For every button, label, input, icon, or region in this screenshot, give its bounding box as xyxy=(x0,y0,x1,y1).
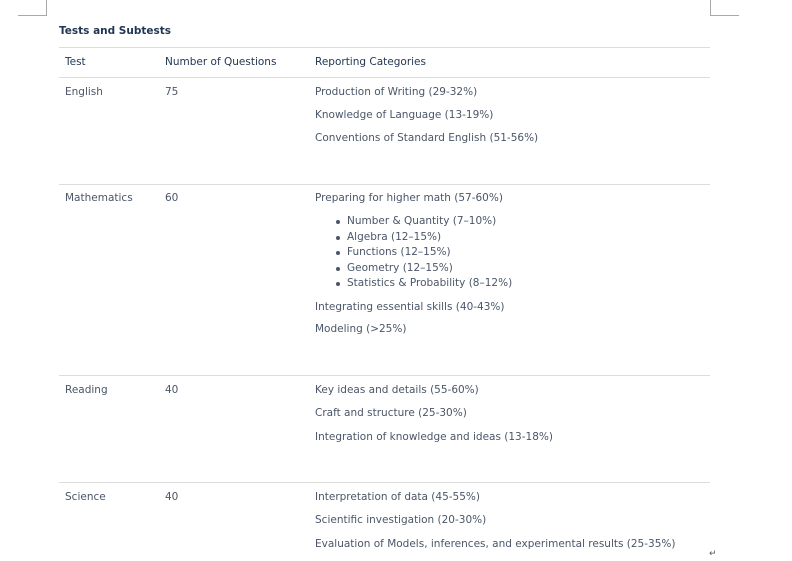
test-name: Mathematics xyxy=(65,192,133,204)
reporting-category: Modeling (>25%) xyxy=(315,323,407,335)
crop-mark-top-right-vertical xyxy=(710,0,711,16)
bullet-icon xyxy=(336,282,340,286)
reporting-category: Integration of knowledge and ideas (13-1… xyxy=(315,431,553,443)
question-count: 40 xyxy=(165,491,179,503)
subcategory-item: Geometry (12–15%) xyxy=(347,262,453,274)
reporting-category: Preparing for higher math (57-60%) xyxy=(315,192,503,204)
header-top-border xyxy=(59,47,710,48)
subcategory-item: Algebra (12–15%) xyxy=(347,231,442,243)
row-divider xyxy=(59,184,710,185)
reporting-category: Craft and structure (25-30%) xyxy=(315,407,467,419)
crop-mark-top-left-horizontal xyxy=(18,15,46,16)
test-name: English xyxy=(65,86,103,98)
reporting-category: Conventions of Standard English (51-56%) xyxy=(315,132,539,144)
subcategory-item: Functions (12–15%) xyxy=(347,246,451,258)
crop-mark-top-left-vertical xyxy=(46,0,47,16)
bullet-icon xyxy=(336,220,340,224)
crop-mark-top-right-horizontal xyxy=(710,15,739,16)
row-divider xyxy=(59,375,710,376)
table-title: Tests and Subtests xyxy=(59,25,172,37)
question-count: 75 xyxy=(165,86,179,98)
subcategory-item: Statistics & Probability (8–12%) xyxy=(347,277,513,289)
bullet-icon xyxy=(336,267,340,271)
paragraph-mark-icon: ↵ xyxy=(709,549,717,559)
subcategory-item: Number & Quantity (7–10%) xyxy=(347,215,497,227)
bullet-icon xyxy=(336,236,340,240)
bullet-icon xyxy=(336,251,340,255)
reporting-category: Integrating essential skills (40-43%) xyxy=(315,301,505,313)
header-bottom-border xyxy=(59,77,710,78)
row-divider xyxy=(59,482,710,483)
reporting-category: Knowledge of Language (13-19%) xyxy=(315,109,494,121)
question-count: 60 xyxy=(165,192,179,204)
reporting-category: Production of Writing (29-32%) xyxy=(315,86,478,98)
test-name: Science xyxy=(65,491,106,503)
header-number-of-questions: Number of Questions xyxy=(165,56,277,68)
reporting-category: Evaluation of Models, inferences, and ex… xyxy=(315,538,676,550)
question-count: 40 xyxy=(165,384,179,396)
header-reporting-categories: Reporting Categories xyxy=(315,56,426,68)
reporting-category: Key ideas and details (55-60%) xyxy=(315,384,479,396)
reporting-category: Interpretation of data (45-55%) xyxy=(315,491,480,503)
test-name: Reading xyxy=(65,384,108,396)
reporting-category: Scientific investigation (20-30%) xyxy=(315,514,487,526)
header-test: Test xyxy=(65,56,86,68)
